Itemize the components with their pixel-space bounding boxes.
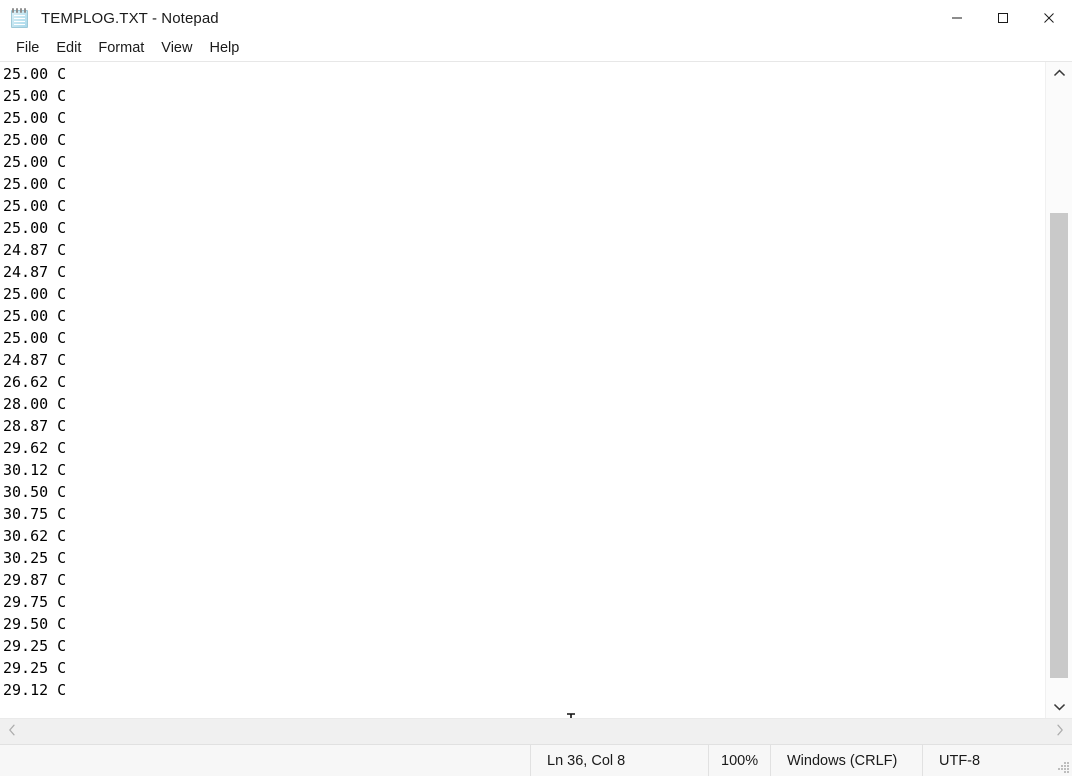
title-bar[interactable]: TEMPLOG.TXT - Notepad (0, 0, 1072, 36)
menu-item-view[interactable]: View (153, 38, 200, 59)
chevron-down-icon (1053, 698, 1065, 716)
text-ibeam-cursor (565, 712, 577, 718)
status-encoding[interactable]: UTF-8 (922, 745, 1072, 776)
text-line: 26.62 C (3, 373, 67, 391)
close-button[interactable] (1026, 0, 1072, 36)
chevron-right-icon (1056, 723, 1064, 741)
status-bar-spacer (0, 745, 530, 776)
window-title: TEMPLOG.TXT - Notepad (41, 9, 219, 27)
status-line-column[interactable]: Ln 36, Col 8 (530, 745, 708, 776)
menu-item-help[interactable]: Help (201, 38, 247, 59)
text-line: 30.25 C (3, 549, 67, 567)
text-line: 25.00 C (3, 307, 67, 325)
menu-bar: File Edit Format View Help (0, 36, 1072, 62)
text-line: 29.50 C (3, 615, 67, 633)
text-line: 28.00 C (3, 395, 67, 413)
menu-item-edit[interactable]: Edit (48, 38, 89, 59)
status-zoom-level[interactable]: 100% (708, 745, 770, 776)
text-line: 25.00 C (3, 65, 67, 83)
text-line: 25.00 C (3, 109, 67, 127)
text-line: 29.12 C (3, 681, 67, 699)
editor-area: 25.00 C 25.00 C 25.00 C 25.00 C 25.00 C 25.00… (0, 62, 1072, 718)
window-controls (934, 0, 1072, 36)
text-line: 29.25 C (3, 637, 67, 655)
notepad-window: TEMPLOG.TXT - Notepad File Edit Format V… (0, 0, 1072, 776)
scroll-down-button[interactable] (1046, 696, 1072, 718)
horizontal-scrollbar[interactable] (0, 718, 1072, 744)
maximize-button[interactable] (980, 0, 1026, 36)
text-line: 25.00 C (3, 87, 67, 105)
menu-item-file[interactable]: File (8, 38, 47, 59)
text-line: 24.87 C (3, 241, 67, 259)
text-line: 25.00 C (3, 329, 67, 347)
text-line: 24.87 C (3, 351, 67, 369)
text-line: 25.00 C (3, 219, 67, 237)
text-line: 25.00 C (3, 131, 67, 149)
status-bar: Ln 36, Col 8 100% Windows (CRLF) UTF-8 (0, 744, 1072, 776)
document-text[interactable]: 25.00 C 25.00 C 25.00 C 25.00 C 25.00 C 25.00… (3, 63, 1045, 701)
text-line: 25.00 C (3, 197, 67, 215)
text-line: 24.87 C (3, 263, 67, 281)
text-line: 28.87 C (3, 417, 67, 435)
text-line: 29.62 C (3, 439, 67, 457)
chevron-left-icon (8, 723, 16, 741)
minimize-icon (951, 12, 963, 24)
minimize-button[interactable] (934, 0, 980, 36)
text-line: 25.00 C (3, 153, 67, 171)
scroll-right-button[interactable] (1048, 719, 1072, 744)
close-icon (1043, 12, 1055, 24)
maximize-icon (997, 12, 1009, 24)
notepad-icon (9, 7, 31, 29)
horizontal-scroll-track[interactable] (24, 719, 1048, 744)
text-editor[interactable]: 25.00 C 25.00 C 25.00 C 25.00 C 25.00 C 25.00… (0, 62, 1045, 718)
title-bar-left: TEMPLOG.TXT - Notepad (0, 0, 934, 36)
vertical-scrollbar[interactable] (1045, 62, 1072, 718)
text-line: 30.62 C (3, 527, 67, 545)
text-line: 25.00 C (3, 175, 67, 193)
scroll-left-button[interactable] (0, 719, 24, 744)
scroll-up-button[interactable] (1046, 62, 1072, 84)
menu-item-format[interactable]: Format (90, 38, 152, 59)
text-line: 29.25 C (3, 659, 67, 677)
text-line: 30.12 C (3, 461, 67, 479)
text-line: 25.00 C (3, 285, 67, 303)
text-line: 30.75 C (3, 505, 67, 523)
vertical-scroll-track[interactable] (1046, 84, 1072, 696)
text-line: 29.87 C (3, 571, 67, 589)
chevron-up-icon (1053, 64, 1065, 82)
text-line: 30.50 C (3, 483, 67, 501)
status-line-ending[interactable]: Windows (CRLF) (770, 745, 922, 776)
text-line: 29.75 C (3, 593, 67, 611)
vertical-scroll-thumb[interactable] (1050, 212, 1068, 678)
